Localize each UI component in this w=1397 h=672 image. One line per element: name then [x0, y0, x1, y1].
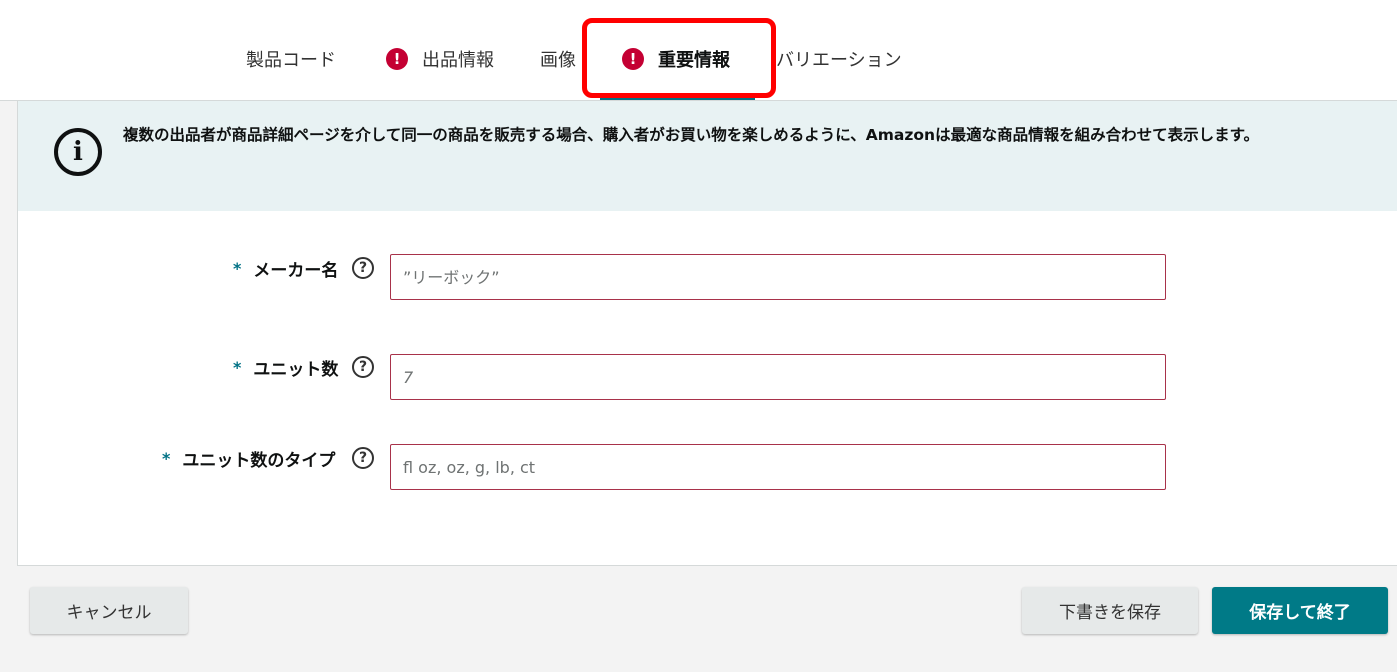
- info-banner: i 複数の出品者が商品詳細ページを介して同一の商品を販売する場合、購入者がお買い…: [18, 101, 1397, 211]
- tab-label: 重要情報: [658, 50, 730, 71]
- active-tab-indicator: [600, 96, 755, 100]
- info-icon: i: [54, 128, 102, 176]
- info-banner-text: 複数の出品者が商品詳細ページを介して同一の商品を販売する場合、購入者がお買い物を…: [123, 126, 1260, 144]
- unit-type-label: * ユニット数のタイプ: [162, 448, 336, 471]
- required-mark: *: [162, 448, 171, 468]
- save-and-finish-button[interactable]: 保存して終了: [1212, 587, 1388, 634]
- help-icon[interactable]: ?: [352, 257, 374, 279]
- tab-label: 出品情報: [422, 50, 494, 71]
- tab-listing-info[interactable]: ! 出品情報: [386, 44, 494, 74]
- error-icon: !: [386, 48, 408, 70]
- error-icon: !: [622, 48, 644, 70]
- unit-count-label: * ユニット数: [233, 357, 339, 380]
- manufacturer-input[interactable]: [390, 254, 1166, 300]
- tab-variations[interactable]: バリエーション: [776, 44, 902, 74]
- help-icon[interactable]: ?: [352, 356, 374, 378]
- required-mark: *: [233, 258, 242, 278]
- manufacturer-label: * メーカー名: [233, 258, 339, 281]
- tab-bar: 製品コード ! 出品情報 画像 ! 重要情報 バリエーション: [0, 0, 1397, 101]
- tab-label: バリエーション: [776, 50, 902, 71]
- required-mark: *: [233, 357, 242, 377]
- tab-product-code[interactable]: 製品コード: [246, 44, 336, 74]
- important-info-panel: i 複数の出品者が商品詳細ページを介して同一の商品を販売する場合、購入者がお買い…: [17, 101, 1397, 566]
- tab-label: 製品コード: [246, 50, 336, 71]
- tab-images[interactable]: 画像: [540, 44, 576, 74]
- tab-label: 画像: [540, 50, 576, 71]
- tab-important-info[interactable]: ! 重要情報: [622, 44, 730, 74]
- save-draft-button[interactable]: 下書きを保存: [1022, 587, 1198, 634]
- unit-type-input[interactable]: [390, 444, 1166, 490]
- unit-count-input[interactable]: [390, 354, 1166, 400]
- help-icon[interactable]: ?: [352, 447, 374, 469]
- cancel-button[interactable]: キャンセル: [30, 587, 188, 634]
